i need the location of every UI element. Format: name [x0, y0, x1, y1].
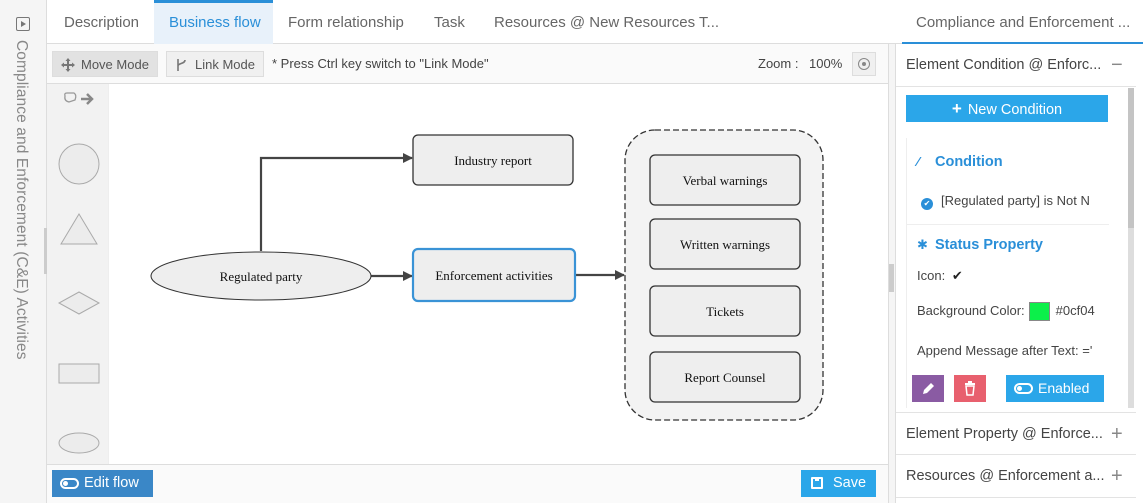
condition-card: ⁄ Condition ✔ [Regulated party] is Not N ✱… [906, 138, 1109, 408]
process-title: Compliance and Enforcement (C&E) Activit… [13, 40, 30, 360]
append-message-label: Append Message after Text: =' [917, 343, 1093, 358]
tab-business-flow[interactable]: Business flow [154, 0, 273, 44]
node-written-warnings-label: Written warnings [680, 237, 770, 252]
flow-canvas[interactable]: Regulated party Industry report Enforcem… [109, 84, 888, 464]
accordion-resources-title: Resources @ Enforcement a... [906, 468, 1105, 484]
append-message-property: Append Message after Text: =' [917, 343, 1107, 358]
expand-icon[interactable]: + [1111, 413, 1123, 456]
link-mode-label: Link Mode [195, 57, 255, 72]
save-label: Save [833, 475, 867, 491]
zoom-label: Zoom : [758, 56, 799, 71]
background-color-property: Background Color: #0cf04 [917, 302, 1107, 321]
move-mode-button[interactable]: Move Mode [52, 51, 158, 77]
icon-property: Icon: ✔ [917, 268, 1107, 284]
trash-icon [965, 381, 975, 396]
check-icon: ✔ [951, 268, 963, 283]
node-report-counsel-label: Report Counsel [684, 370, 766, 385]
zoom-value: 100% [809, 56, 843, 71]
tab-bar: Description Business flow Form relations… [47, 0, 1143, 44]
tab-compliance-enforcement[interactable]: Compliance and Enforcement ... [902, 0, 1143, 44]
diamond-shape[interactable] [57, 291, 101, 315]
condition-heading: ⁄ Condition [917, 154, 1003, 170]
node-industry-report[interactable]: Industry report [412, 134, 574, 186]
node-enforcement-activities[interactable]: Enforcement activities [411, 247, 577, 303]
move-mode-label: Move Mode [81, 57, 149, 72]
edit-flow-label: Edit flow [84, 475, 139, 491]
shape-palette [47, 84, 109, 464]
background-color-label: Background Color: [917, 302, 1025, 318]
node-verbal-warnings-label: Verbal warnings [683, 173, 768, 188]
node-report-counsel[interactable]: Report Counsel [649, 351, 801, 403]
background-color-value: #0cf04 [1055, 302, 1095, 318]
branch-icon [177, 59, 186, 71]
splitter-handle[interactable] [889, 264, 894, 292]
node-tickets-label: Tickets [706, 304, 744, 319]
play-icon[interactable] [16, 17, 30, 31]
save-button[interactable]: Save [801, 470, 876, 497]
side-strip: Compliance and Enforcement (C&E) Activit… [0, 0, 49, 503]
magic-wand-icon: ⁄ [917, 154, 920, 169]
properties-panel: Element Condition @ Enforc... − + New Con… [896, 44, 1143, 503]
node-enforcement-activities-label: Enforcement activities [435, 268, 552, 283]
toggle-icon [1014, 383, 1033, 394]
connector-to-industry-report[interactable] [259, 153, 413, 251]
collapse-icon[interactable]: − [1111, 44, 1123, 87]
accordion-element-property-title: Element Property @ Enforce... [906, 426, 1103, 442]
node-regulated-party-label: Regulated party [220, 269, 303, 284]
toggle-icon [60, 478, 79, 489]
save-icon [811, 477, 823, 489]
accordion-element-condition[interactable]: Element Condition @ Enforc... − [896, 44, 1136, 87]
move-icon [61, 58, 75, 72]
rectangle-shape[interactable] [58, 363, 100, 384]
status-property-heading: ✱ Status Property [917, 237, 1043, 253]
node-written-warnings[interactable]: Written warnings [649, 218, 801, 270]
circle-shape[interactable] [58, 143, 100, 185]
zoom-reset-button[interactable] [852, 52, 876, 76]
card-divider [907, 224, 1109, 225]
delete-condition-button[interactable] [954, 375, 986, 402]
link-mode-button[interactable]: Link Mode [166, 51, 264, 77]
condition-expression-text: [Regulated party] is Not N [941, 193, 1090, 208]
panel-scrollbar[interactable] [1128, 88, 1134, 408]
pencil-icon [923, 383, 934, 394]
mode-hint: * Press Ctrl key switch to "Link Mode" [272, 56, 489, 71]
accordion-element-condition-title: Element Condition @ Enforc... [906, 57, 1102, 73]
accordion-resources[interactable]: Resources @ Enforcement a... + [896, 455, 1136, 498]
enabled-label: Enabled [1038, 380, 1090, 396]
condition-expression[interactable]: ✔ [Regulated party] is Not N [921, 193, 1107, 210]
hand-pointer-icon[interactable] [64, 92, 94, 105]
node-regulated-party[interactable]: Regulated party [150, 251, 372, 301]
node-industry-report-label: Industry report [454, 153, 532, 168]
diagram-toolbar: Move Mode Link Mode * Press Ctrl key swi… [47, 44, 888, 84]
tab-description[interactable]: Description [64, 0, 139, 44]
accordion-element-property[interactable]: Element Property @ Enforce... + [896, 412, 1136, 455]
edit-flow-button[interactable]: Edit flow [52, 470, 153, 497]
check-circle-icon: ✔ [921, 198, 933, 210]
condition-heading-label: Condition [935, 154, 1003, 170]
new-condition-button[interactable]: + New Condition [906, 95, 1108, 122]
edit-condition-button[interactable] [912, 375, 944, 402]
ellipse-shape[interactable] [58, 432, 100, 454]
tab-task[interactable]: Task [434, 0, 465, 44]
expand-icon[interactable]: + [1111, 455, 1123, 498]
enabled-toggle-button[interactable]: Enabled [1006, 375, 1104, 402]
status-property-label: Status Property [935, 237, 1043, 253]
triangle-shape[interactable] [60, 213, 98, 245]
node-verbal-warnings[interactable]: Verbal warnings [649, 154, 801, 206]
icon-property-label: Icon: [917, 268, 946, 283]
node-tickets[interactable]: Tickets [649, 285, 801, 337]
new-condition-label: New Condition [967, 102, 1063, 118]
bottom-bar: Edit flow Save [47, 464, 888, 503]
plus-icon: + [951, 99, 962, 118]
panel-splitter[interactable] [888, 44, 896, 503]
color-swatch[interactable] [1028, 302, 1050, 321]
tab-form-relationship[interactable]: Form relationship [288, 0, 404, 44]
gear-icon: ✱ [917, 237, 928, 252]
tab-resources[interactable]: Resources @ New Resources T... [494, 0, 719, 44]
